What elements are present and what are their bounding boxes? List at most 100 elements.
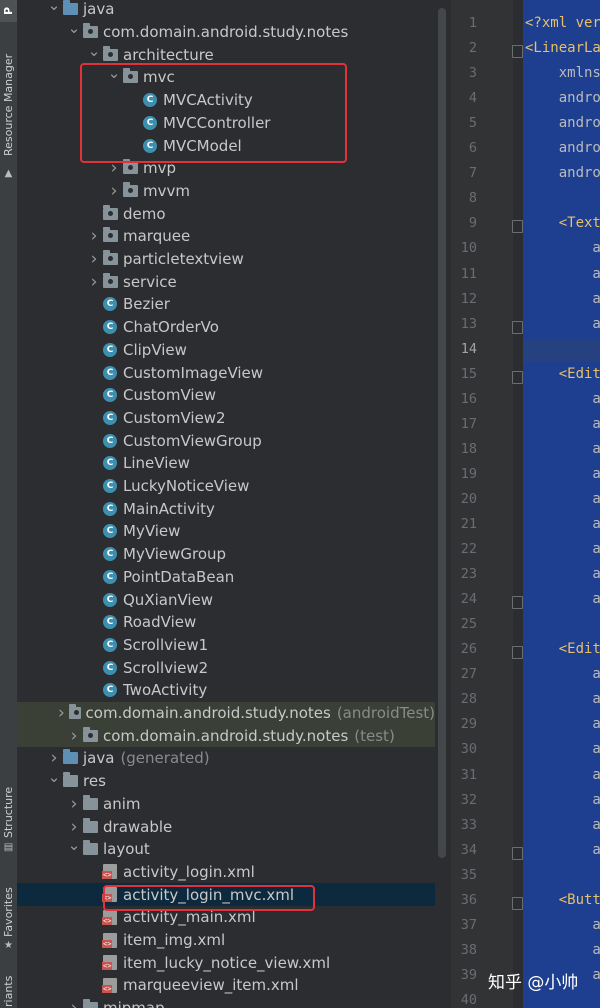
chevron-down-icon[interactable]: ⌄ — [47, 768, 61, 786]
code-line[interactable]: a — [525, 316, 600, 332]
tree-item[interactable]: C Bezier — [17, 293, 435, 316]
code-line[interactable]: a — [525, 942, 600, 958]
build-variants-tab[interactable]: riants — [0, 975, 17, 1008]
chevron-right-icon[interactable]: › — [107, 181, 121, 201]
code-line[interactable]: a — [525, 441, 600, 457]
tree-item[interactable]: ⌄ architecture — [17, 42, 435, 66]
code-line[interactable]: andro — [525, 140, 600, 156]
chevron-right-icon[interactable]: › — [56, 703, 67, 723]
tree-item[interactable]: ⌄ res — [17, 768, 435, 793]
tree-item[interactable]: C Scrollview1 — [17, 634, 435, 657]
code-line[interactable]: a — [525, 416, 600, 432]
tree-item[interactable]: C MVCModel — [17, 134, 435, 157]
tree-item[interactable]: › particletextview — [17, 248, 435, 271]
chevron-right-icon[interactable]: › — [87, 249, 101, 269]
code-line[interactable]: andro — [525, 165, 600, 181]
tree-item[interactable]: item_img.xml — [17, 929, 435, 952]
tree-item[interactable]: C LineView — [17, 452, 435, 475]
code-line[interactable]: <Text — [525, 215, 600, 231]
code-line[interactable]: a — [525, 516, 600, 532]
fold-marker-icon[interactable] — [512, 896, 523, 910]
tree-item[interactable]: › java (generated) — [17, 747, 435, 770]
tree-item[interactable]: C ChatOrderVo — [17, 316, 435, 339]
resource-manager-tab[interactable]: Resource Manager — [0, 42, 17, 167]
code-line[interactable]: a — [525, 240, 600, 256]
code-line[interactable]: a — [525, 716, 600, 732]
code-line[interactable]: a — [525, 792, 600, 808]
tree-item[interactable]: C QuXianView — [17, 588, 435, 611]
tree-item[interactable]: C CustomView2 — [17, 407, 435, 430]
code-line[interactable]: <Edit — [525, 641, 600, 657]
tree-item[interactable]: item_lucky_notice_view.xml — [17, 951, 435, 974]
code-line[interactable]: a — [525, 591, 600, 607]
tree-item[interactable]: C CustomImageView — [17, 361, 435, 384]
fold-marker-icon[interactable] — [512, 846, 523, 860]
project-tab[interactable]: P — [0, 0, 17, 22]
fold-marker-icon[interactable] — [512, 596, 523, 610]
chevron-down-icon[interactable]: ⌄ — [47, 0, 61, 14]
chevron-down-icon[interactable]: ⌄ — [107, 64, 121, 82]
tree-item[interactable]: ⌄ mvc — [17, 64, 435, 89]
code-line[interactable]: a — [525, 491, 600, 507]
tree-item[interactable]: › marquee — [17, 225, 435, 248]
code-text[interactable]: <?xml ver <LinearLa xmlns: andro andro an… — [523, 0, 600, 1008]
tree-item[interactable]: activity_login.xml — [17, 861, 435, 884]
project-scrollbar[interactable] — [438, 8, 446, 858]
code-line[interactable]: a — [525, 391, 600, 407]
tree-item[interactable]: C PointDataBean — [17, 566, 435, 589]
code-line[interactable]: a — [525, 767, 600, 783]
tree-item[interactable]: › service — [17, 270, 435, 293]
tree-item[interactable]: C RoadView — [17, 611, 435, 634]
code-line[interactable]: xmlns: — [525, 65, 600, 81]
chevron-right-icon[interactable]: › — [47, 748, 61, 768]
code-line[interactable]: a — [525, 291, 600, 307]
fold-marker-icon[interactable] — [512, 320, 523, 334]
tree-item[interactable]: C Scrollview2 — [17, 656, 435, 679]
code-line[interactable]: a — [525, 691, 600, 707]
code-line[interactable]: a — [525, 566, 600, 582]
tree-item[interactable]: C MyViewGroup — [17, 543, 435, 566]
fold-marker-icon[interactable] — [512, 220, 523, 234]
tree-item[interactable]: marqueeview_item.xml — [17, 974, 435, 997]
tree-item[interactable]: C LuckyNoticeView — [17, 475, 435, 498]
code-line[interactable]: andro — [525, 90, 600, 106]
fold-marker-icon[interactable] — [512, 370, 523, 384]
fold-marker-icon[interactable] — [512, 646, 523, 660]
tree-item[interactable]: C CustomViewGroup — [17, 429, 435, 452]
code-line[interactable]: a — [525, 541, 600, 557]
fold-marker-icon[interactable] — [512, 45, 523, 59]
code-line[interactable]: a — [525, 741, 600, 757]
tree-item[interactable]: C MainActivity — [17, 497, 435, 520]
chevron-right-icon[interactable]: › — [87, 272, 101, 292]
chevron-right-icon[interactable]: › — [67, 726, 81, 746]
code-line[interactable]: <LinearLa — [525, 40, 600, 56]
code-line[interactable]: <Butt — [525, 892, 600, 908]
tree-item[interactable]: ⌄ com.domain.android.study.notes — [17, 19, 435, 44]
code-line[interactable]: a — [525, 917, 600, 933]
tree-item[interactable]: C MVCController — [17, 112, 435, 135]
chevron-right-icon[interactable]: › — [67, 817, 81, 837]
code-line[interactable]: a — [525, 466, 600, 482]
code-line[interactable]: a — [525, 817, 600, 833]
chevron-right-icon[interactable]: › — [67, 998, 81, 1008]
chevron-right-icon[interactable]: › — [67, 794, 81, 814]
tree-item[interactable]: C MVCActivity — [17, 89, 435, 112]
chevron-right-icon[interactable]: › — [87, 226, 101, 246]
tree-item[interactable]: › mvp — [17, 157, 435, 180]
code-line[interactable]: a — [525, 842, 600, 858]
tree-item[interactable]: › mipmap — [17, 997, 435, 1008]
tree-item[interactable]: activity_main.xml — [17, 906, 435, 929]
tree-item[interactable]: › anim — [17, 793, 435, 816]
chevron-down-icon[interactable]: ⌄ — [67, 19, 81, 37]
tree-item[interactable]: ⌄ java — [17, 0, 435, 21]
chevron-right-icon[interactable]: › — [107, 158, 121, 178]
tree-item[interactable]: › mvvm — [17, 180, 435, 203]
tree-item[interactable]: › com.domain.android.study.notes (test) — [17, 724, 435, 748]
code-line[interactable]: <?xml ver — [525, 15, 600, 31]
tree-item[interactable]: › com.domain.android.study.notes (androidT… — [17, 701, 435, 725]
tree-item[interactable]: C ClipView — [17, 339, 435, 362]
chevron-down-icon[interactable]: ⌄ — [67, 836, 81, 854]
code-line[interactable]: andro — [525, 115, 600, 131]
code-line[interactable]: a — [525, 666, 600, 682]
tree-item[interactable]: demo — [17, 202, 435, 225]
